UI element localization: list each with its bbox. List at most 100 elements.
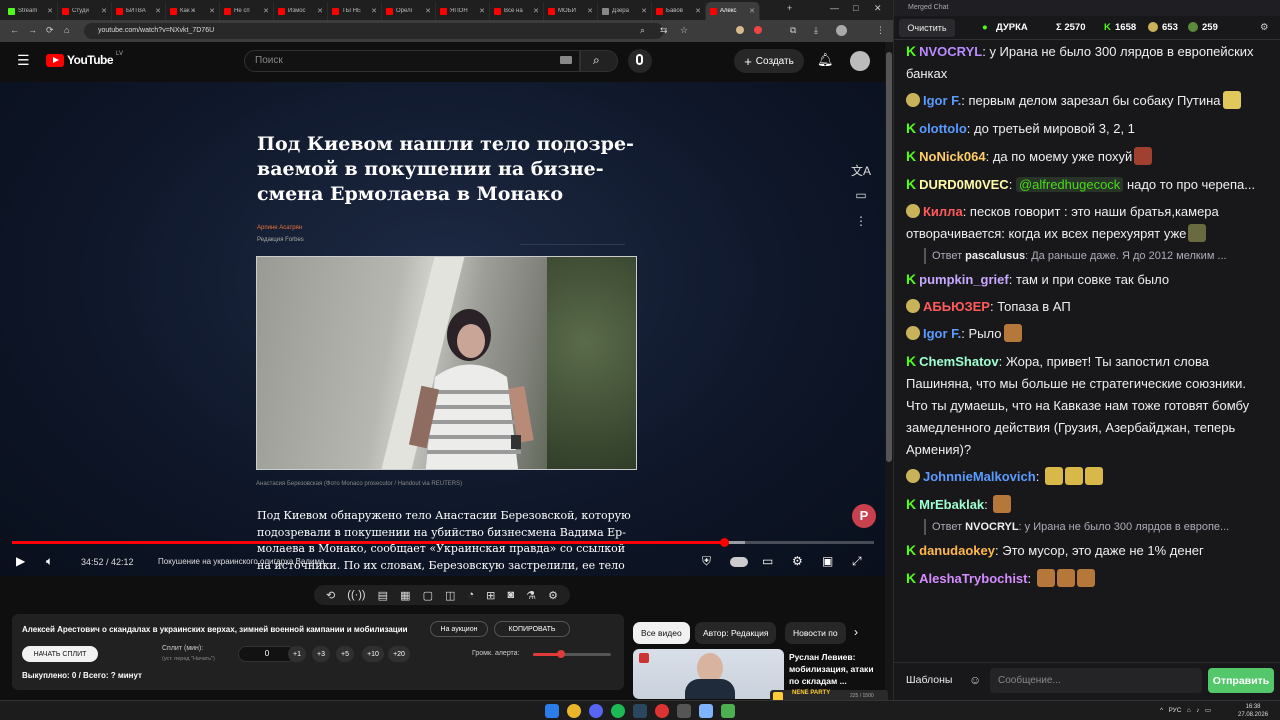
tab-close-icon[interactable]: ✕ — [371, 7, 377, 15]
bookmark-star-icon[interactable]: ☆ — [680, 25, 688, 36]
emoji-smile-icon[interactable]: ☺ — [969, 673, 981, 687]
tab-close-icon[interactable]: ✕ — [263, 7, 269, 15]
chat-username[interactable]: NoNick064 — [919, 149, 985, 164]
app-icon[interactable] — [699, 704, 713, 718]
tab-close-icon[interactable]: ✕ — [587, 7, 593, 15]
windows-start-icon[interactable] — [545, 704, 559, 718]
chat-username[interactable]: AleshaTrybochist — [919, 571, 1027, 586]
video-progress-bar[interactable] — [12, 538, 874, 547]
download-icon[interactable]: ⤓ — [814, 25, 818, 36]
tab-close-icon[interactable]: ✕ — [101, 7, 107, 15]
account-avatar[interactable] — [850, 51, 870, 71]
chat-username[interactable]: Килла — [923, 204, 963, 219]
new-tab-icon[interactable]: + — [787, 3, 792, 13]
channel-watermark-badge[interactable]: P — [852, 504, 876, 528]
obs-icon[interactable] — [655, 704, 669, 718]
autoplay-toggle[interactable] — [730, 557, 748, 567]
extension-icon[interactable] — [754, 26, 762, 34]
chat-username[interactable]: NVOCRYL — [919, 44, 982, 59]
maximize-icon[interactable]: □ — [853, 3, 858, 13]
chat-username[interactable]: olottolo — [919, 121, 967, 136]
browser-tab[interactable]: Алекс ✕ — [706, 2, 760, 20]
create-button[interactable]: + Создать — [734, 49, 804, 73]
fullscreen-icon[interactable]: ⤢ — [852, 554, 862, 569]
browser-tab[interactable]: Бавов ✕ — [652, 2, 706, 20]
clock[interactable]: 16:38 27.08.2026 — [1238, 703, 1268, 719]
gear-icon[interactable]: ⚙ — [548, 589, 558, 602]
start-split-button[interactable]: НАЧАТЬ СПЛИТ — [22, 646, 98, 662]
close-window-icon[interactable]: ✕ — [874, 3, 882, 14]
spotify-icon[interactable] — [611, 704, 625, 718]
reply-nick[interactable]: pascalusus — [965, 250, 1025, 262]
more-overlay-icon[interactable]: ⋮ — [851, 214, 871, 234]
minimize-icon[interactable]: — — [830, 3, 839, 13]
increment-button[interactable]: +5 — [336, 646, 354, 662]
notifications-bell-icon[interactable]: 🔔︎ — [817, 52, 834, 68]
clapper-icon[interactable]: ▦ — [400, 589, 410, 602]
settings-gear-icon[interactable]: ⚙ — [1260, 22, 1269, 33]
chat-username[interactable]: pumpkin_grief — [919, 272, 1009, 287]
increment-button[interactable]: +10 — [362, 646, 384, 662]
chat-username[interactable]: DURD0M0VEC — [919, 177, 1009, 192]
hamburger-menu-icon[interactable]: ☰ — [17, 52, 30, 69]
youtube-logo[interactable]: YouTube LV — [46, 51, 123, 67]
add-box-icon[interactable]: ⊞ — [486, 589, 495, 602]
app-icon[interactable] — [721, 704, 735, 718]
chrome-icon[interactable] — [567, 704, 581, 718]
filter-chip[interactable]: Автор: Редакция — [695, 622, 777, 644]
app-icon[interactable] — [677, 704, 691, 718]
chat-username[interactable]: АБЬЮЗЕР — [923, 299, 990, 314]
flask-icon[interactable]: ⚗ — [526, 589, 536, 602]
recommendation-thumbnail[interactable] — [633, 649, 784, 699]
send-button[interactable]: Отправить — [1208, 668, 1274, 693]
tab-close-icon[interactable]: ✕ — [47, 7, 53, 15]
search-page-icon[interactable]: ⌕ — [640, 25, 645, 36]
translate-icon[interactable]: ⇆ — [660, 25, 668, 36]
steam-icon[interactable] — [633, 704, 647, 718]
search-input[interactable]: Поиск — [244, 50, 580, 72]
browser-tab[interactable]: Не сп ✕ — [220, 2, 274, 20]
extension-icon[interactable] — [736, 26, 744, 34]
extensions-puzzle-icon[interactable]: ⧉ — [790, 25, 796, 36]
tab-close-icon[interactable]: ✕ — [533, 7, 539, 15]
browser-tab[interactable]: ТЫ НЕ ✕ — [328, 2, 382, 20]
chat-username[interactable]: JohnnieMalkovich — [923, 469, 1036, 484]
back-icon[interactable]: ← — [10, 25, 19, 35]
volume-icon[interactable]: 🔈︎ — [46, 554, 53, 569]
home-icon[interactable]: ⌂ — [64, 25, 69, 35]
screen-cast-icon[interactable]: ▤ — [378, 589, 388, 602]
tab-close-icon[interactable]: ✕ — [641, 7, 647, 15]
reload-icon[interactable]: ⟳ — [46, 25, 54, 36]
camera-icon[interactable]: ◙ — [507, 589, 514, 601]
language-indicator[interactable]: РУС — [1168, 707, 1181, 714]
forward-icon[interactable]: → — [28, 25, 37, 35]
increment-button[interactable]: +1 — [288, 646, 306, 662]
keyboard-icon[interactable] — [560, 56, 572, 64]
chat-username[interactable]: Igor F. — [923, 326, 961, 341]
video-player[interactable]: Под Киевом нашли тело подозре-ваемой в п… — [0, 82, 885, 576]
tab-close-icon[interactable]: ✕ — [209, 7, 215, 15]
filter-chip[interactable]: Новости по — [785, 622, 846, 644]
chat-username[interactable]: MrEbaklak — [919, 497, 984, 512]
chat-username[interactable]: ChemShatov — [919, 354, 998, 369]
chat-username[interactable]: Igor F. — [923, 93, 961, 108]
tab-close-icon[interactable]: ✕ — [317, 7, 323, 15]
screenshot-icon[interactable]: ◫ — [445, 589, 455, 602]
speedometer-icon[interactable]: ◔ — [467, 589, 474, 601]
subtitles-icon[interactable]: ▭ — [762, 554, 773, 568]
browser-tab[interactable]: Дзера ✕ — [598, 2, 652, 20]
picture-icon[interactable]: ▢ — [423, 589, 433, 602]
settings-gear-icon[interactable]: ⚙ — [792, 554, 803, 568]
tab-close-icon[interactable]: ✕ — [479, 7, 485, 15]
browser-tab[interactable]: Все на ✕ — [490, 2, 544, 20]
tab-close-icon[interactable]: ✕ — [425, 7, 431, 15]
templates-button[interactable]: Шаблоны — [906, 674, 952, 686]
tab-close-icon[interactable]: ✕ — [749, 7, 755, 15]
increment-button[interactable]: +20 — [388, 646, 410, 662]
discord-icon[interactable] — [589, 704, 603, 718]
tab-close-icon[interactable]: ✕ — [155, 7, 161, 15]
browser-tab[interactable]: Измос ✕ — [274, 2, 328, 20]
page-scrollbar[interactable] — [885, 42, 893, 700]
search-button[interactable]: ⌕ — [580, 50, 618, 72]
miniplayer-icon[interactable]: ▣ — [822, 554, 833, 568]
